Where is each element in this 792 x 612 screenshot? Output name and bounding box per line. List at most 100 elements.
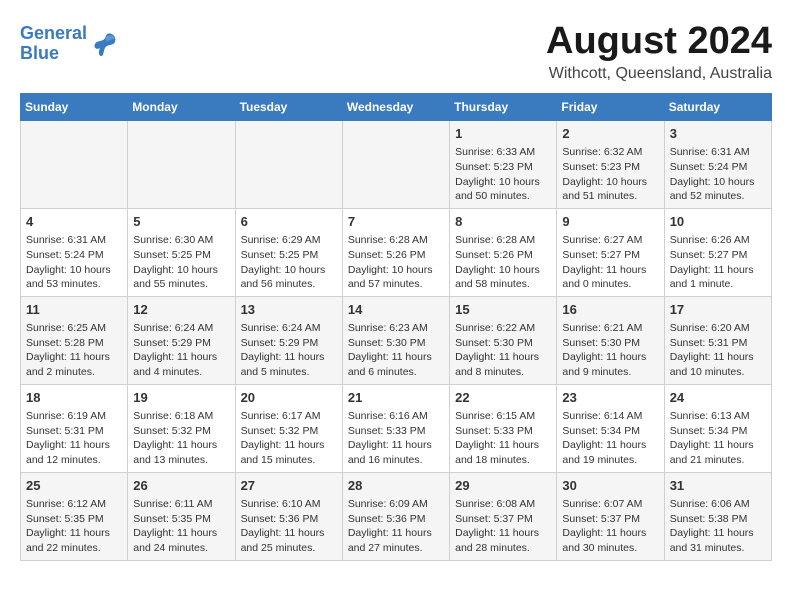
day-number: 15	[455, 301, 551, 319]
col-header-sunday: Sunday	[21, 94, 128, 121]
day-info: Sunrise: 6:28 AM Sunset: 5:26 PM Dayligh…	[455, 233, 551, 292]
day-number: 17	[670, 301, 766, 319]
day-number: 16	[562, 301, 658, 319]
calendar-cell: 8 Sunrise: 6:28 AM Sunset: 5:26 PM Daylig…	[450, 208, 557, 296]
day-number: 7	[348, 213, 444, 231]
calendar-week-row: 18Sunrise: 6:19 AM Sunset: 5:31 PM Dayli…	[21, 384, 772, 472]
day-number: 5	[133, 213, 229, 231]
day-number: 1	[455, 125, 551, 143]
calendar-cell: 19 Sunrise: 6:18 AM Sunset: 5:32 PM Dayli…	[128, 384, 235, 472]
calendar-cell: 29Sunrise: 6:08 AM Sunset: 5:37 PM Dayli…	[450, 472, 557, 560]
col-header-saturday: Saturday	[664, 94, 771, 121]
day-number: 21	[348, 389, 444, 407]
day-info: Sunrise: 6:22 AM Sunset: 5:30 PM Dayligh…	[455, 321, 551, 380]
day-number: 2	[562, 125, 658, 143]
day-number: 28	[348, 477, 444, 495]
day-info: Sunrise: 6:09 AM Sunset: 5:36 PM Dayligh…	[348, 497, 444, 556]
day-info: Sunrise: 6:07 AM Sunset: 5:37 PM Dayligh…	[562, 497, 658, 556]
day-number: 14	[348, 301, 444, 319]
day-info: Sunrise: 6:23 AM Sunset: 5:30 PM Dayligh…	[348, 321, 444, 380]
calendar-week-row: 25 Sunrise: 6:12 AM Sunset: 5:35 PM Dayli…	[21, 472, 772, 560]
calendar-cell: 15 Sunrise: 6:22 AM Sunset: 5:30 PM Dayli…	[450, 296, 557, 384]
day-number: 3	[670, 125, 766, 143]
day-info: Sunrise: 6:12 AM Sunset: 5:35 PM Dayligh…	[26, 497, 122, 556]
day-info: Sunrise: 6:31 AM Sunset: 5:24 PM Dayligh…	[670, 145, 766, 204]
calendar-cell: 12 Sunrise: 6:24 AM Sunset: 5:29 PM Dayli…	[128, 296, 235, 384]
calendar-cell: 16 Sunrise: 6:21 AM Sunset: 5:30 PM Dayli…	[557, 296, 664, 384]
calendar-table: SundayMondayTuesdayWednesdayThursdayFrid…	[20, 93, 772, 561]
day-number: 30	[562, 477, 658, 495]
day-info: Sunrise: 6:13 AM Sunset: 5:34 PM Dayligh…	[670, 409, 766, 468]
calendar-cell	[21, 121, 128, 209]
day-info: Sunrise: 6:19 AM Sunset: 5:31 PM Dayligh…	[26, 409, 122, 468]
calendar-cell: 21 Sunrise: 6:16 AM Sunset: 5:33 PM Dayli…	[342, 384, 449, 472]
calendar-cell: 25 Sunrise: 6:12 AM Sunset: 5:35 PM Dayli…	[21, 472, 128, 560]
col-header-thursday: Thursday	[450, 94, 557, 121]
calendar-cell: 7 Sunrise: 6:28 AM Sunset: 5:26 PM Daylig…	[342, 208, 449, 296]
day-number: 29	[455, 477, 551, 495]
col-header-monday: Monday	[128, 94, 235, 121]
day-number: 13	[241, 301, 337, 319]
calendar-cell: 22Sunrise: 6:15 AM Sunset: 5:33 PM Dayli…	[450, 384, 557, 472]
calendar-week-row: 11 Sunrise: 6:25 AM Sunset: 5:28 PM Dayli…	[21, 296, 772, 384]
day-info: Sunrise: 6:30 AM Sunset: 5:25 PM Dayligh…	[133, 233, 229, 292]
day-number: 20	[241, 389, 337, 407]
day-info: Sunrise: 6:16 AM Sunset: 5:33 PM Dayligh…	[348, 409, 444, 468]
day-number: 26	[133, 477, 229, 495]
calendar-cell: 9 Sunrise: 6:27 AM Sunset: 5:27 PM Daylig…	[557, 208, 664, 296]
day-number: 9	[562, 213, 658, 231]
title-block: August 2024 Withcott, Queensland, Austra…	[546, 20, 772, 83]
calendar-cell: 27Sunrise: 6:10 AM Sunset: 5:36 PM Dayli…	[235, 472, 342, 560]
day-info: Sunrise: 6:27 AM Sunset: 5:27 PM Dayligh…	[562, 233, 658, 292]
calendar-cell: 13 Sunrise: 6:24 AM Sunset: 5:29 PM Dayli…	[235, 296, 342, 384]
calendar-cell	[128, 121, 235, 209]
logo-bird-icon	[89, 30, 119, 58]
calendar-cell: 20 Sunrise: 6:17 AM Sunset: 5:32 PM Dayli…	[235, 384, 342, 472]
day-info: Sunrise: 6:24 AM Sunset: 5:29 PM Dayligh…	[133, 321, 229, 380]
day-number: 31	[670, 477, 766, 495]
day-info: Sunrise: 6:11 AM Sunset: 5:35 PM Dayligh…	[133, 497, 229, 556]
calendar-cell: 5 Sunrise: 6:30 AM Sunset: 5:25 PM Daylig…	[128, 208, 235, 296]
calendar-cell	[342, 121, 449, 209]
calendar-cell: 23 Sunrise: 6:14 AM Sunset: 5:34 PM Dayli…	[557, 384, 664, 472]
calendar-body: 1Sunrise: 6:33 AM Sunset: 5:23 PM Daylig…	[21, 121, 772, 561]
day-number: 24	[670, 389, 766, 407]
day-info: Sunrise: 6:24 AM Sunset: 5:29 PM Dayligh…	[241, 321, 337, 380]
calendar-cell: 26 Sunrise: 6:11 AM Sunset: 5:35 PM Dayli…	[128, 472, 235, 560]
calendar-cell: 10Sunrise: 6:26 AM Sunset: 5:27 PM Dayli…	[664, 208, 771, 296]
calendar-header-row: SundayMondayTuesdayWednesdayThursdayFrid…	[21, 94, 772, 121]
calendar-cell	[235, 121, 342, 209]
day-info: Sunrise: 6:32 AM Sunset: 5:23 PM Dayligh…	[562, 145, 658, 204]
day-number: 4	[26, 213, 122, 231]
day-info: Sunrise: 6:10 AM Sunset: 5:36 PM Dayligh…	[241, 497, 337, 556]
day-info: Sunrise: 6:25 AM Sunset: 5:28 PM Dayligh…	[26, 321, 122, 380]
day-info: Sunrise: 6:18 AM Sunset: 5:32 PM Dayligh…	[133, 409, 229, 468]
day-info: Sunrise: 6:17 AM Sunset: 5:32 PM Dayligh…	[241, 409, 337, 468]
logo: General Blue	[20, 24, 119, 64]
day-info: Sunrise: 6:26 AM Sunset: 5:27 PM Dayligh…	[670, 233, 766, 292]
calendar-cell: 31Sunrise: 6:06 AM Sunset: 5:38 PM Dayli…	[664, 472, 771, 560]
day-number: 12	[133, 301, 229, 319]
calendar-cell: 30 Sunrise: 6:07 AM Sunset: 5:37 PM Dayli…	[557, 472, 664, 560]
calendar-cell: 17Sunrise: 6:20 AM Sunset: 5:31 PM Dayli…	[664, 296, 771, 384]
calendar-week-row: 4Sunrise: 6:31 AM Sunset: 5:24 PM Daylig…	[21, 208, 772, 296]
col-header-wednesday: Wednesday	[342, 94, 449, 121]
day-number: 19	[133, 389, 229, 407]
day-number: 23	[562, 389, 658, 407]
calendar-cell: 1Sunrise: 6:33 AM Sunset: 5:23 PM Daylig…	[450, 121, 557, 209]
main-title: August 2024	[546, 20, 772, 63]
col-header-friday: Friday	[557, 94, 664, 121]
day-number: 8	[455, 213, 551, 231]
day-info: Sunrise: 6:28 AM Sunset: 5:26 PM Dayligh…	[348, 233, 444, 292]
calendar-cell: 24 Sunrise: 6:13 AM Sunset: 5:34 PM Dayli…	[664, 384, 771, 472]
day-number: 22	[455, 389, 551, 407]
calendar-cell: 28 Sunrise: 6:09 AM Sunset: 5:36 PM Dayli…	[342, 472, 449, 560]
calendar-cell: 2 Sunrise: 6:32 AM Sunset: 5:23 PM Daylig…	[557, 121, 664, 209]
calendar-cell: 6Sunrise: 6:29 AM Sunset: 5:25 PM Daylig…	[235, 208, 342, 296]
day-number: 6	[241, 213, 337, 231]
day-number: 25	[26, 477, 122, 495]
day-number: 11	[26, 301, 122, 319]
calendar-cell: 3 Sunrise: 6:31 AM Sunset: 5:24 PM Daylig…	[664, 121, 771, 209]
day-info: Sunrise: 6:21 AM Sunset: 5:30 PM Dayligh…	[562, 321, 658, 380]
day-info: Sunrise: 6:14 AM Sunset: 5:34 PM Dayligh…	[562, 409, 658, 468]
